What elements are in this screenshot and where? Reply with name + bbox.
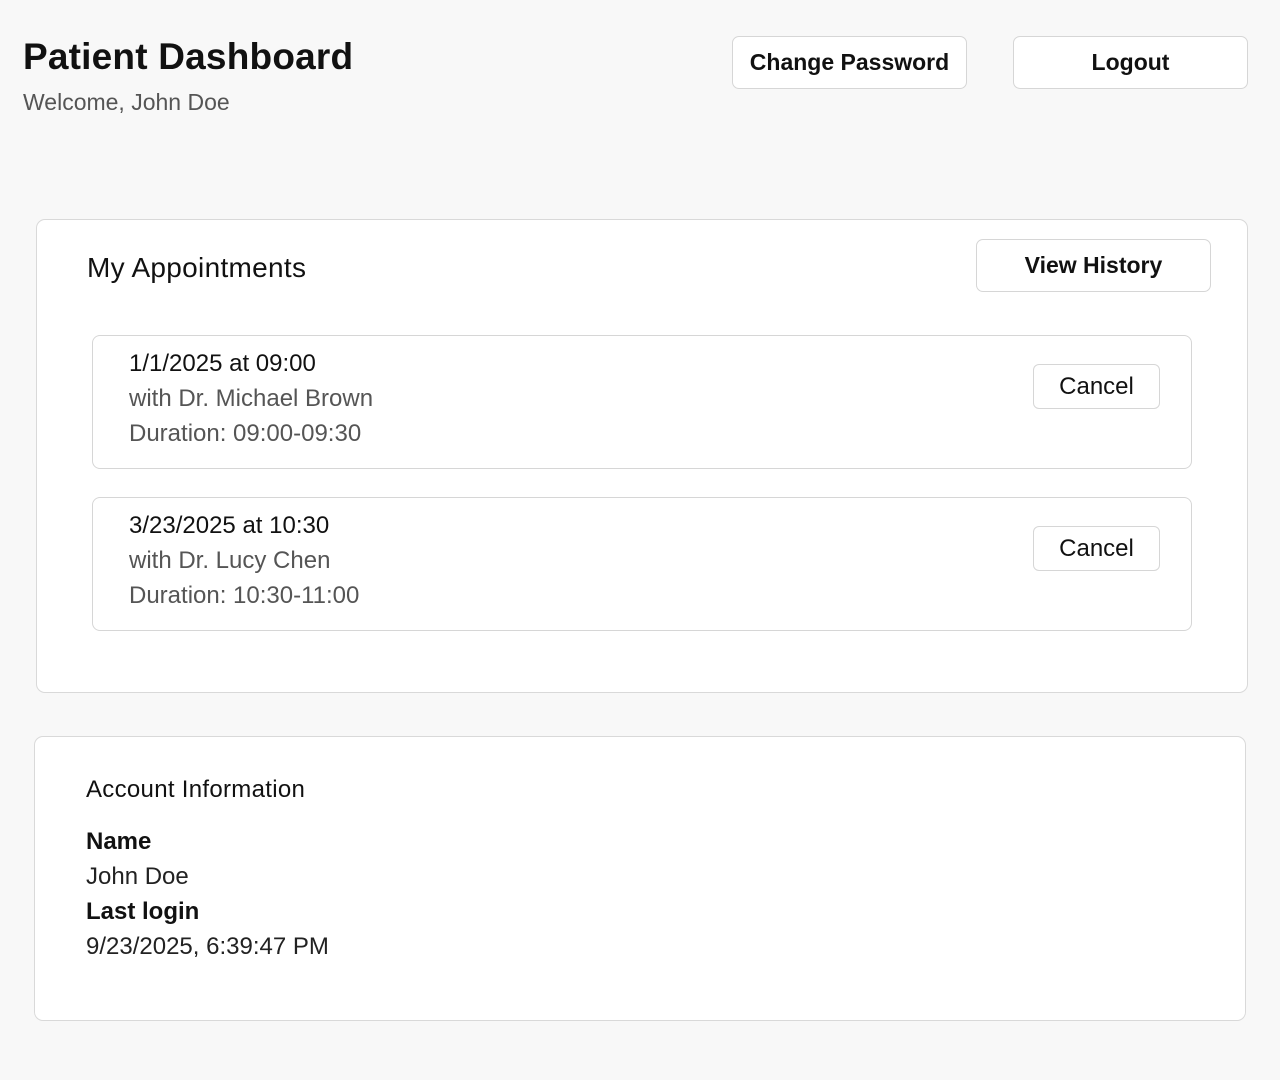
appointments-card: My Appointments View History 1/1/2025 at… [36, 219, 1248, 693]
appointment-datetime: 3/23/2025 at 10:30 [129, 512, 330, 539]
appointment-item: 1/1/2025 at 09:00 with Dr. Michael Brown… [92, 335, 1192, 469]
appointment-duration: Duration: 10:30-11:00 [129, 582, 360, 609]
appointment-duration: Duration: 09:00-09:30 [129, 420, 362, 447]
appointment-datetime: 1/1/2025 at 09:00 [129, 350, 316, 377]
last-login-label: Last login [86, 898, 200, 925]
appointment-item: 3/23/2025 at 10:30 with Dr. Lucy Chen Du… [92, 497, 1192, 631]
appointment-doctor: with Dr. Michael Brown [129, 385, 374, 412]
last-login-value: 9/23/2025, 6:39:47 PM [86, 933, 329, 960]
name-label: Name [86, 828, 152, 855]
name-value: John Doe [86, 863, 189, 890]
view-history-button[interactable]: View History [976, 239, 1211, 292]
page-title: Patient Dashboard [23, 36, 354, 77]
logout-button[interactable]: Logout [1013, 36, 1248, 89]
account-information-title: Account Information [86, 776, 306, 803]
appointments-title: My Appointments [87, 252, 307, 283]
appointment-doctor: with Dr. Lucy Chen [129, 547, 331, 574]
account-information-card: Account Information Name John Doe Last l… [34, 736, 1246, 1021]
cancel-appointment-button[interactable]: Cancel [1033, 364, 1160, 409]
cancel-appointment-button[interactable]: Cancel [1033, 526, 1160, 571]
change-password-button[interactable]: Change Password [732, 36, 967, 89]
welcome-message: Welcome, John Doe [23, 89, 230, 115]
